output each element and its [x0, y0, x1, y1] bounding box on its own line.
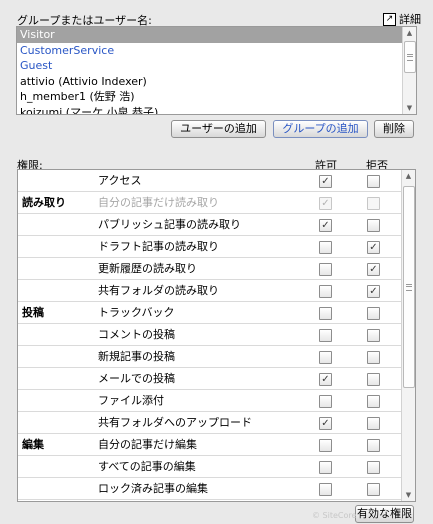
permission-row: メールでの投稿 ✓: [18, 368, 401, 390]
deny-checkbox[interactable]: [367, 483, 380, 496]
permission-row: 編集 自分の記事だけ編集: [18, 434, 401, 456]
deny-checkbox[interactable]: [367, 329, 380, 342]
detail-label: 詳細: [399, 13, 421, 26]
permission-row: 投稿 トラックバック: [18, 302, 401, 324]
scroll-down-icon[interactable]: ▼: [402, 489, 415, 501]
deny-checkbox[interactable]: ✓: [367, 263, 380, 276]
permission-name: 共有フォルダへのアップロード: [98, 416, 252, 429]
permission-category: 編集: [22, 438, 44, 451]
permission-row: 更新履歴の読み取り ✓: [18, 258, 401, 280]
permission-row: すべての記事の編集: [18, 456, 401, 478]
permission-row: コメントの投稿: [18, 324, 401, 346]
permission-row: アクセス ✓: [18, 170, 401, 192]
permission-row: 新規記事の投稿: [18, 346, 401, 368]
deny-checkbox[interactable]: [367, 307, 380, 320]
effective-permissions-button[interactable]: 有効な権限: [355, 505, 414, 523]
permission-category: 読み取り: [22, 196, 66, 209]
deny-checkbox[interactable]: [367, 351, 380, 364]
deny-checkbox[interactable]: ✓: [367, 241, 380, 254]
permissions-scrollbar[interactable]: ▲ ▼: [401, 170, 415, 501]
permission-name: アクセス: [98, 174, 142, 187]
scroll-up-icon[interactable]: ▲: [402, 170, 415, 182]
deny-checkbox: [367, 197, 380, 210]
permission-name: ロック済み記事の編集: [98, 482, 208, 495]
permission-name: メールでの投稿: [98, 372, 175, 385]
allow-checkbox[interactable]: [319, 241, 332, 254]
principals-list[interactable]: Visitor CustomerService Guest attivio (Atti…: [16, 26, 417, 115]
deny-checkbox[interactable]: [367, 439, 380, 452]
scroll-thumb[interactable]: [404, 41, 416, 73]
scroll-down-icon[interactable]: ▼: [403, 102, 416, 114]
permission-category: 投稿: [22, 306, 44, 319]
permission-name: トラックバック: [98, 306, 175, 319]
allow-checkbox[interactable]: [319, 395, 332, 408]
detail-link[interactable]: ↗ 詳細: [383, 11, 421, 27]
permission-row: 読み取り 自分の記事だけ読み取り ✓: [18, 192, 401, 214]
deny-checkbox[interactable]: ✓: [367, 285, 380, 298]
permission-name: パブリッシュ記事の読み取り: [98, 218, 241, 231]
scroll-up-icon[interactable]: ▲: [403, 27, 416, 39]
principal-item[interactable]: h_member1 (佐野 浩): [17, 89, 402, 105]
permissions-table: アクセス ✓ 読み取り 自分の記事だけ読み取り ✓ パブリッシュ記事の読み取り ✓ ドラフト記…: [17, 169, 416, 502]
deny-checkbox[interactable]: [367, 219, 380, 232]
allow-checkbox[interactable]: [319, 483, 332, 496]
permission-name: 自分の記事だけ編集: [98, 438, 197, 451]
permission-name: すべての記事の編集: [98, 460, 196, 473]
permission-row: 共有フォルダへのアップロード ✓: [18, 412, 401, 434]
permissions-rows: アクセス ✓ 読み取り 自分の記事だけ読み取り ✓ パブリッシュ記事の読み取り ✓ ドラフト記…: [18, 170, 401, 500]
allow-checkbox[interactable]: ✓: [319, 219, 332, 232]
allow-checkbox[interactable]: [319, 263, 332, 276]
deny-checkbox[interactable]: [367, 175, 380, 188]
principal-item[interactable]: CustomerService: [17, 43, 402, 59]
principal-item[interactable]: Guest: [17, 58, 402, 74]
permission-name: ドラフト記事の読み取り: [98, 240, 219, 253]
permission-name: 共有フォルダの読み取り: [98, 284, 219, 297]
permission-row: パブリッシュ記事の読み取り ✓: [18, 214, 401, 236]
scroll-thumb[interactable]: [403, 186, 415, 388]
principals-scrollbar[interactable]: ▲ ▼: [402, 27, 416, 114]
allow-checkbox[interactable]: [319, 461, 332, 474]
principal-item[interactable]: attivio (Attivio Indexer): [17, 74, 402, 90]
allow-checkbox[interactable]: [319, 351, 332, 364]
permission-row: 共有フォルダの読み取り ✓: [18, 280, 401, 302]
permission-name: 自分の記事だけ読み取り: [98, 196, 219, 209]
principal-item[interactable]: koizumi (マーケ 小泉 恭子): [17, 105, 402, 115]
allow-checkbox[interactable]: [319, 329, 332, 342]
deny-checkbox[interactable]: [367, 461, 380, 474]
principal-item[interactable]: Visitor: [17, 27, 402, 43]
deny-checkbox[interactable]: [367, 417, 380, 430]
allow-checkbox[interactable]: [319, 307, 332, 320]
add-user-button[interactable]: ユーザーの追加: [171, 120, 266, 138]
permission-row: ファイル添付: [18, 390, 401, 412]
delete-button[interactable]: 削除: [374, 120, 414, 138]
deny-checkbox[interactable]: [367, 395, 380, 408]
allow-checkbox[interactable]: ✓: [319, 373, 332, 386]
allow-checkbox[interactable]: ✓: [319, 417, 332, 430]
permission-row: ロック済み記事の編集: [18, 478, 401, 500]
principals-items: Visitor CustomerService Guest attivio (Atti…: [17, 27, 402, 115]
allow-checkbox[interactable]: ✓: [319, 175, 332, 188]
permission-name: コメントの投稿: [98, 328, 175, 341]
permission-name: 新規記事の投稿: [98, 350, 175, 363]
allow-checkbox[interactable]: [319, 285, 332, 298]
allow-checkbox[interactable]: [319, 439, 332, 452]
allow-checkbox: ✓: [319, 197, 332, 210]
watermark: © SiteCore: [312, 511, 357, 520]
deny-checkbox[interactable]: [367, 373, 380, 386]
permission-name: 更新履歴の読み取り: [98, 262, 197, 275]
permission-name: ファイル添付: [98, 394, 164, 407]
external-link-icon: ↗: [383, 12, 396, 26]
permission-row: ドラフト記事の読み取り ✓: [18, 236, 401, 258]
add-group-button[interactable]: グループの追加: [273, 120, 368, 138]
